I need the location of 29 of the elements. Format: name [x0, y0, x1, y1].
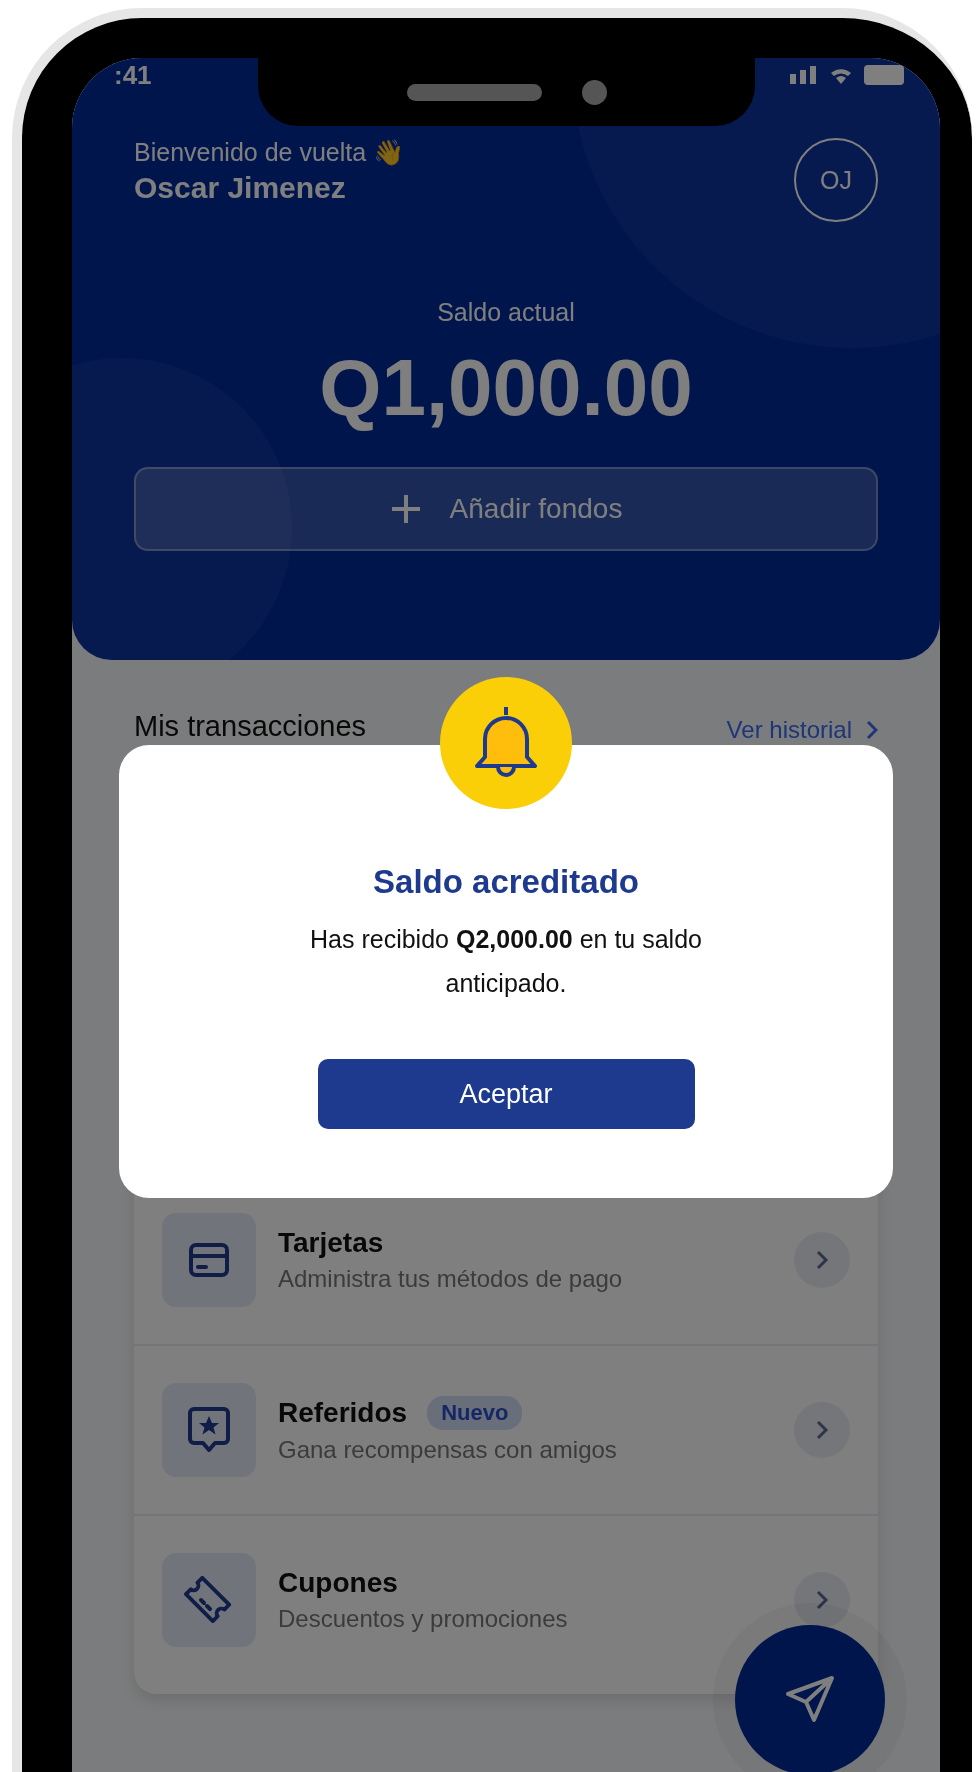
item-subtitle: Administra tus métodos de pago — [278, 1265, 624, 1293]
menu-item[interactable]: Tarjetas Administra tus métodos de pago — [134, 1176, 878, 1344]
item-title: Tarjetas — [278, 1227, 384, 1259]
menu-item[interactable]: Referidos Nuevo Gana recompensas con amigos — [134, 1344, 878, 1514]
star-message-icon — [187, 1406, 231, 1454]
accept-button[interactable]: Aceptar — [317, 1059, 695, 1129]
balance-amount: Q1,000.00 — [318, 343, 694, 433]
item-title: Cupones — [278, 1567, 398, 1599]
new-badge: Nuevo — [427, 1396, 523, 1430]
section-title: Mis transacciones — [134, 709, 367, 743]
balance-label: Saldo actual — [436, 298, 576, 327]
item-subtitle: Gana recompensas con amigos — [278, 1436, 618, 1464]
history-link[interactable]: Ver historial — [726, 716, 878, 744]
plus-icon — [389, 493, 422, 525]
user-name: Oscar Jimenez — [134, 170, 347, 206]
chevron-right-icon — [815, 1419, 829, 1441]
item-subtitle: Descuentos y promociones — [278, 1605, 569, 1633]
status-time: :41 — [114, 62, 152, 88]
ticket-icon — [184, 1575, 234, 1625]
chevron-right-icon — [866, 720, 878, 740]
dialog-message: Has recibido Q2,000.00 en tu saldo anticipado. — [309, 924, 703, 999]
chevron-right-icon — [815, 1249, 829, 1271]
avatar[interactable]: OJ — [794, 138, 878, 222]
signal-icon — [790, 66, 818, 84]
item-title: Referidos — [278, 1397, 408, 1429]
chevron-right-icon — [815, 1589, 829, 1611]
dialog-title: Saldo acreditado — [373, 863, 639, 901]
greeting-text: Bienvenido de vuelta 👋 — [134, 137, 405, 168]
credit-card-icon — [188, 1242, 230, 1278]
